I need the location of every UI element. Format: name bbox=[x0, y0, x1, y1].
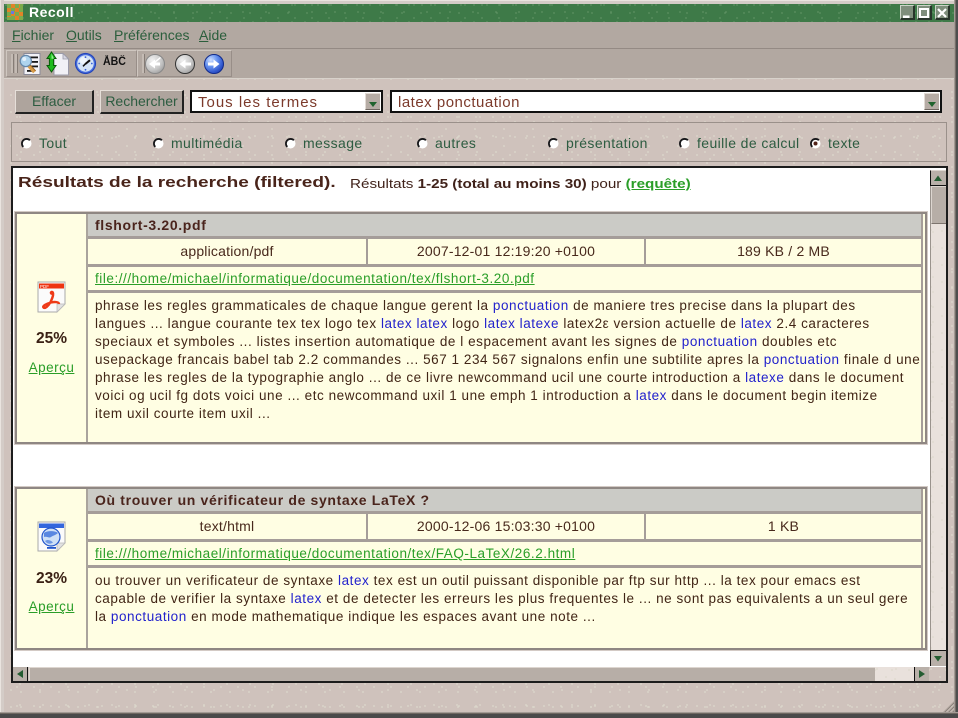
svg-text:PDF: PDF bbox=[40, 284, 49, 289]
